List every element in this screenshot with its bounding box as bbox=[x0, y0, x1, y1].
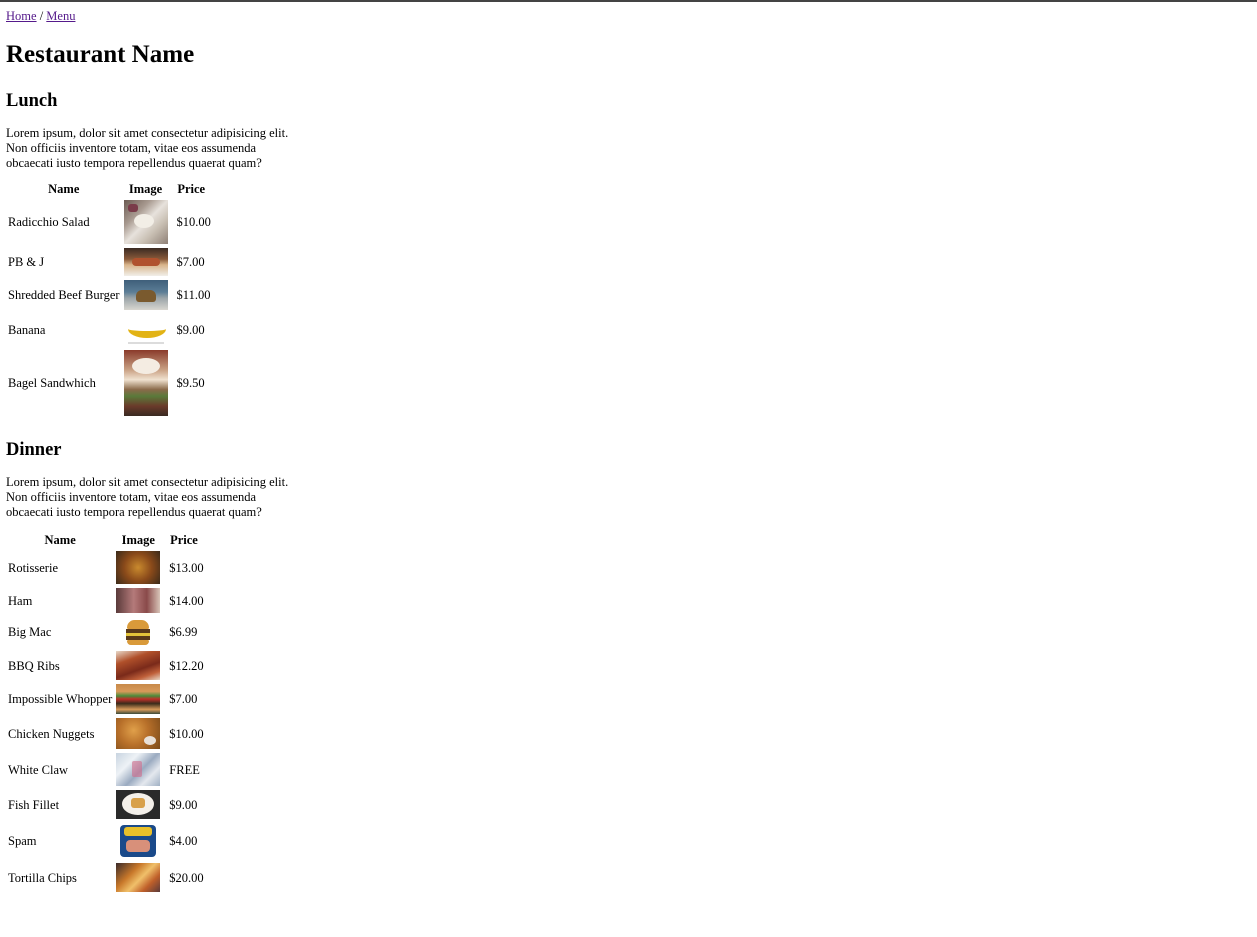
table-row: Rotisserie $13.00 bbox=[7, 550, 205, 585]
item-price: $13.00 bbox=[169, 560, 204, 575]
table-header-row: Name Image Price bbox=[7, 181, 212, 197]
table-row: Fish Fillet $9.00 bbox=[7, 789, 205, 820]
item-name: Radicchio Salad bbox=[8, 215, 90, 229]
table-row: White Claw FREE bbox=[7, 752, 205, 787]
lunch-heading: Lunch bbox=[6, 91, 58, 111]
column-header-price: Price bbox=[170, 533, 198, 547]
breadcrumb-home-link[interactable]: Home bbox=[6, 9, 37, 23]
table-row: Ham $14.00 bbox=[7, 587, 205, 614]
impossible-whopper-image bbox=[116, 684, 161, 714]
table-row: Radicchio Salad $10.00 bbox=[7, 199, 212, 245]
item-name: BBQ Ribs bbox=[8, 658, 60, 673]
item-price: $20.00 bbox=[169, 870, 204, 885]
item-name: Ham bbox=[8, 593, 33, 608]
column-header-price: Price bbox=[177, 182, 206, 196]
table-row: Impossible Whopper $7.00 bbox=[7, 683, 205, 715]
item-price: FREE bbox=[169, 762, 200, 777]
item-price: $10.00 bbox=[169, 726, 204, 741]
table-row: PB & J $7.00 bbox=[7, 247, 212, 277]
item-name: Big Mac bbox=[8, 625, 52, 639]
chicken-nuggets-image bbox=[116, 718, 161, 749]
banana-image bbox=[123, 314, 168, 346]
table-row: Big Mac $6.99 bbox=[7, 616, 205, 648]
item-name: Shredded Beef Burger bbox=[8, 288, 120, 302]
item-name: PB & J bbox=[8, 255, 45, 269]
table-row: Chicken Nuggets $10.00 bbox=[7, 717, 205, 750]
item-name: Rotisserie bbox=[8, 560, 58, 575]
column-header-name: Name bbox=[48, 182, 80, 196]
radicchio-salad-image bbox=[123, 200, 168, 244]
big-mac-image bbox=[116, 617, 161, 647]
table-row: Spam $4.00 bbox=[7, 822, 205, 860]
table-row: BBQ Ribs $12.20 bbox=[7, 650, 205, 681]
rotisserie-image bbox=[116, 551, 161, 584]
item-name: Bagel Sandwhich bbox=[8, 376, 96, 390]
page: Home / Menu Restaurant Name Lunch Lorem … bbox=[0, 2, 1257, 900]
item-name: Tortilla Chips bbox=[8, 870, 77, 885]
item-price: $6.99 bbox=[169, 625, 198, 639]
table-row: Bagel Sandwhich $9.50 bbox=[7, 349, 212, 417]
item-price: $14.00 bbox=[169, 593, 204, 608]
ham-image bbox=[116, 588, 161, 613]
item-price: $12.20 bbox=[169, 658, 204, 673]
lunch-menu-table: Name Image Price Radicchio Salad $10.00 … bbox=[5, 179, 214, 419]
tortilla-chips-image bbox=[116, 863, 161, 892]
item-name: Fish Fillet bbox=[8, 797, 60, 812]
item-name: Impossible Whopper bbox=[8, 692, 113, 706]
dinner-heading: Dinner bbox=[6, 440, 62, 460]
item-name: Chicken Nuggets bbox=[8, 726, 95, 741]
dinner-menu-table: Name Image Price Rotisserie $13.00 Ham $… bbox=[5, 530, 207, 895]
item-price: $7.00 bbox=[176, 255, 205, 269]
item-price: $11.00 bbox=[176, 288, 211, 302]
item-name: Banana bbox=[8, 323, 46, 337]
breadcrumb-menu-link[interactable]: Menu bbox=[46, 9, 75, 23]
breadcrumb-separator: / bbox=[36, 9, 47, 23]
column-header-image: Image bbox=[121, 533, 155, 547]
bagel-sandwich-image bbox=[123, 350, 168, 416]
spam-can-image bbox=[116, 823, 161, 859]
column-header-name: Name bbox=[44, 533, 76, 547]
table-row: Banana $9.00 bbox=[7, 313, 212, 347]
item-price: $10.00 bbox=[176, 215, 211, 229]
dinner-description: Lorem ipsum, dolor sit amet consectetur … bbox=[6, 475, 289, 519]
item-name: White Claw bbox=[8, 762, 69, 777]
bbq-ribs-image bbox=[116, 651, 161, 680]
breadcrumb: Home / Menu bbox=[6, 9, 1251, 23]
item-price: $4.00 bbox=[169, 834, 198, 848]
table-row: Shredded Beef Burger $11.00 bbox=[7, 279, 212, 311]
fish-fillet-image bbox=[116, 790, 161, 819]
item-price: $7.00 bbox=[169, 692, 198, 706]
page-title: Restaurant Name bbox=[6, 41, 195, 68]
item-price: $9.00 bbox=[169, 797, 198, 812]
item-price: $9.00 bbox=[176, 323, 205, 337]
item-name: Spam bbox=[8, 834, 37, 848]
shredded-beef-burger-image bbox=[123, 280, 168, 310]
item-price: $9.50 bbox=[176, 376, 205, 390]
column-header-image: Image bbox=[128, 182, 163, 196]
table-header-row: Name Image Price bbox=[7, 532, 205, 548]
lunch-description: Lorem ipsum, dolor sit amet consectetur … bbox=[6, 126, 289, 170]
table-row: Tortilla Chips $20.00 bbox=[7, 862, 205, 893]
pb-and-j-image bbox=[123, 248, 168, 276]
white-claw-image bbox=[116, 753, 161, 786]
